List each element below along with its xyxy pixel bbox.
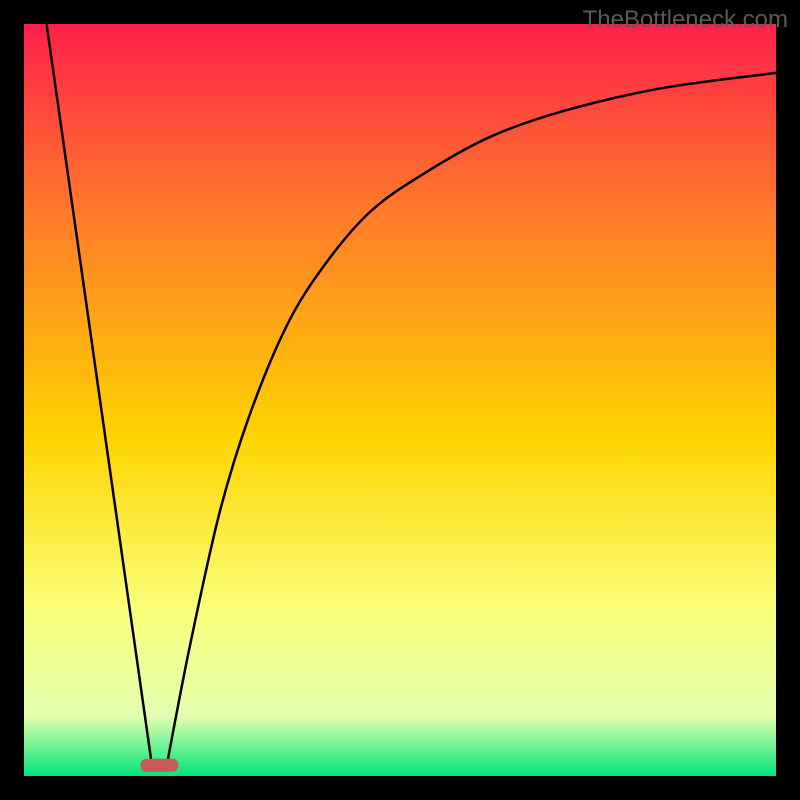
chart-svg <box>0 0 800 800</box>
bottleneck-chart: TheBottleneck.com <box>0 0 800 800</box>
watermark-text: TheBottleneck.com <box>583 6 788 34</box>
minimum-marker <box>140 759 178 772</box>
